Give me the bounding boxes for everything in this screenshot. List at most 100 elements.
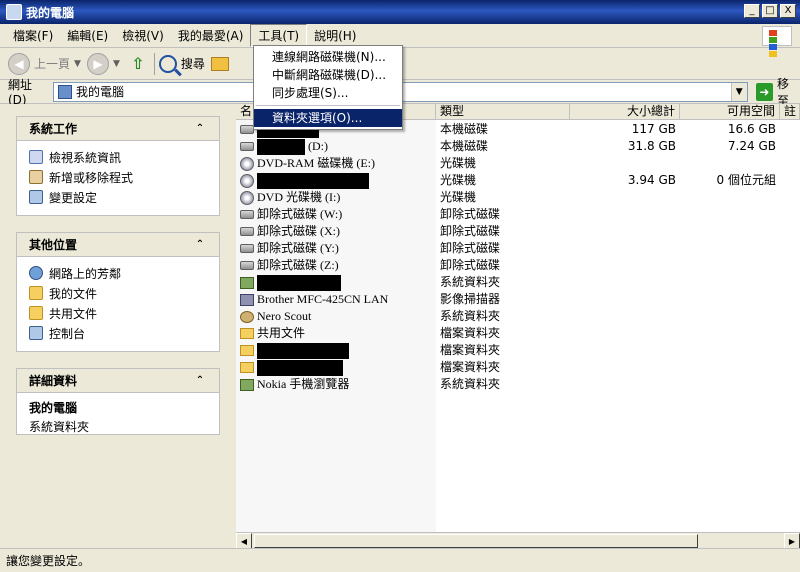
table-row[interactable]: 卸除式磁碟 (W:) 卸除式磁碟 xyxy=(236,206,800,223)
up-folder-button[interactable]: ⇧ xyxy=(126,52,150,76)
folder-icon xyxy=(29,306,43,320)
table-row[interactable]: 卸除式磁碟 (Z:) 卸除式磁碟 xyxy=(236,257,800,274)
details-panel: 詳細資料 ⌃ 我的電腦 系統資料夾 xyxy=(16,368,220,435)
minimize-button[interactable]: _ xyxy=(744,4,760,18)
menu-folder-options[interactable]: 資料夾選項(O)... xyxy=(254,109,402,127)
place-shared-documents[interactable]: 共用文件 xyxy=(29,303,207,323)
place-network[interactable]: 網路上的芳鄰 xyxy=(29,263,207,283)
menu-separator xyxy=(256,105,400,106)
menu-view[interactable]: 檢視(V) xyxy=(115,25,171,46)
hard-drive-icon xyxy=(240,142,254,151)
folder-icon xyxy=(240,362,254,373)
table-row[interactable]: 檔案資料夾 xyxy=(236,342,800,359)
file-rows: 本機磁碟 117 GB 16.6 GB (D:) 本機磁碟 31.8 GB 7.24 GB D… xyxy=(236,121,800,393)
row-size xyxy=(570,291,680,308)
row-name-cell: 卸除式磁碟 (Y:) xyxy=(236,240,436,257)
chevron-down-icon[interactable]: ▼ xyxy=(113,59,120,69)
menu-tools[interactable]: 工具(T) xyxy=(250,24,308,47)
horizontal-scrollbar[interactable]: ◀ ▶ xyxy=(236,532,800,549)
scroll-left-icon[interactable]: ◀ xyxy=(236,533,252,549)
menu-synchronize[interactable]: 同步處理(S)... xyxy=(254,84,402,102)
details-header[interactable]: 詳細資料 ⌃ xyxy=(17,369,219,393)
chevron-down-icon[interactable]: ▼ xyxy=(730,82,747,101)
title-bar[interactable]: 我的電腦 _ □ X xyxy=(0,0,800,24)
system-tasks-header[interactable]: 系統工作 ⌃ xyxy=(17,117,219,141)
row-size xyxy=(570,274,680,291)
task-view-system-info[interactable]: 檢視系統資訊 xyxy=(29,147,207,167)
menu-map-network-drive[interactable]: 連線網路磁碟機(N)... xyxy=(254,48,402,66)
search-button[interactable]: 搜尋 xyxy=(158,54,205,73)
row-name-cell: 卸除式磁碟 (W:) xyxy=(236,206,436,223)
chevron-down-icon[interactable]: ▼ xyxy=(74,59,81,69)
column-type[interactable]: 類型 xyxy=(436,104,570,120)
collapse-icon[interactable]: ⌃ xyxy=(193,374,207,388)
my-computer-icon xyxy=(6,4,22,20)
place-my-documents[interactable]: 我的文件 xyxy=(29,283,207,303)
collapse-icon[interactable]: ⌃ xyxy=(193,238,207,252)
row-name-cell: (D:) xyxy=(236,138,436,155)
scanner-icon xyxy=(240,293,254,306)
folder-icon xyxy=(240,328,254,339)
row-name: Nokia 手機瀏覽器 xyxy=(257,377,350,391)
menu-file[interactable]: 檔案(F) xyxy=(6,25,60,46)
table-row[interactable]: 檔案資料夾 xyxy=(236,359,800,376)
cd-drive-icon xyxy=(240,190,254,205)
address-value: 我的電腦 xyxy=(75,85,124,99)
other-places-title: 其他位置 xyxy=(29,238,78,252)
scroll-thumb[interactable] xyxy=(254,534,698,548)
menu-favorites[interactable]: 我的最愛(A) xyxy=(171,25,251,46)
other-places-header[interactable]: 其他位置 ⌃ xyxy=(17,233,219,257)
row-size: 3.94 GB xyxy=(627,173,676,187)
column-size[interactable]: 大小總計 xyxy=(570,104,680,120)
status-bar: 讓您變更設定。 xyxy=(0,548,800,572)
collapse-icon[interactable]: ⌃ xyxy=(193,122,207,136)
place-label: 我的文件 xyxy=(49,286,98,301)
menu-edit[interactable]: 編輯(E) xyxy=(60,25,115,46)
maximize-button[interactable]: □ xyxy=(762,4,778,18)
control-panel-icon xyxy=(29,326,43,340)
table-row[interactable]: 光碟機 3.94 GB 0 個位元組 xyxy=(236,172,800,189)
table-row[interactable]: (D:) 本機磁碟 31.8 GB 7.24 GB xyxy=(236,138,800,155)
row-size xyxy=(570,240,680,257)
row-type: 光碟機 xyxy=(440,156,477,170)
removable-drive-icon xyxy=(240,261,254,270)
row-size xyxy=(570,376,680,393)
task-add-remove-programs[interactable]: 新增或移除程式 xyxy=(29,167,207,187)
table-row[interactable]: 系統資料夾 xyxy=(236,274,800,291)
row-name-cell: Brother MFC-425CN LAN xyxy=(236,291,436,308)
menu-help[interactable]: 說明(H) xyxy=(307,25,363,46)
close-button[interactable]: X xyxy=(780,4,796,18)
row-name: Brother MFC-425CN LAN xyxy=(257,292,389,306)
row-type: 光碟機 xyxy=(440,190,477,204)
search-label: 搜尋 xyxy=(180,57,205,71)
column-free[interactable]: 可用空間 xyxy=(680,104,780,120)
table-row[interactable]: DVD 光碟機 (I:) 光碟機 xyxy=(236,189,800,206)
column-comment[interactable]: 註 xyxy=(780,104,800,120)
back-button[interactable]: ◀ 上一頁 ▼ xyxy=(8,52,81,75)
place-control-panel[interactable]: 控制台 xyxy=(29,323,207,343)
menu-disconnect-network-drive[interactable]: 中斷網路磁碟機(D)... xyxy=(254,66,402,84)
forward-button[interactable]: ▶ ▼ xyxy=(86,52,120,75)
table-row[interactable]: 卸除式磁碟 (Y:) 卸除式磁碟 xyxy=(236,240,800,257)
table-row[interactable]: Nokia 手機瀏覽器 系統資料夾 xyxy=(236,376,800,393)
scroll-right-icon[interactable]: ▶ xyxy=(784,533,800,549)
table-row[interactable]: 共用文件 檔案資料夾 xyxy=(236,325,800,342)
table-row[interactable]: 卸除式磁碟 (X:) 卸除式磁碟 xyxy=(236,223,800,240)
cd-drive-icon xyxy=(240,173,254,188)
table-row[interactable]: DVD-RAM 磁碟機 (E:) 光碟機 xyxy=(236,155,800,172)
row-size xyxy=(570,359,680,376)
row-type: 光碟機 xyxy=(440,173,477,187)
table-row[interactable]: Brother MFC-425CN LAN 影像掃描器 xyxy=(236,291,800,308)
row-name: DVD-RAM 磁碟機 (E:) xyxy=(257,156,375,170)
table-row[interactable]: Nero Scout 系統資料夾 xyxy=(236,308,800,325)
redacted-name xyxy=(257,359,343,376)
row-type: 影像掃描器 xyxy=(440,292,501,306)
row-free xyxy=(680,274,780,291)
file-list[interactable]: 名 類型 大小總計 可用空間 註 本機磁碟 117 GB 16.6 GB (D:) 本機… xyxy=(236,104,800,532)
folders-button[interactable] xyxy=(210,56,229,71)
redacted-name xyxy=(257,172,369,189)
control-panel-icon xyxy=(29,190,43,204)
task-change-settings[interactable]: 變更設定 xyxy=(29,187,207,207)
row-name: 卸除式磁碟 (Y:) xyxy=(257,241,339,255)
row-name-cell: DVD 光碟機 (I:) xyxy=(236,189,436,206)
